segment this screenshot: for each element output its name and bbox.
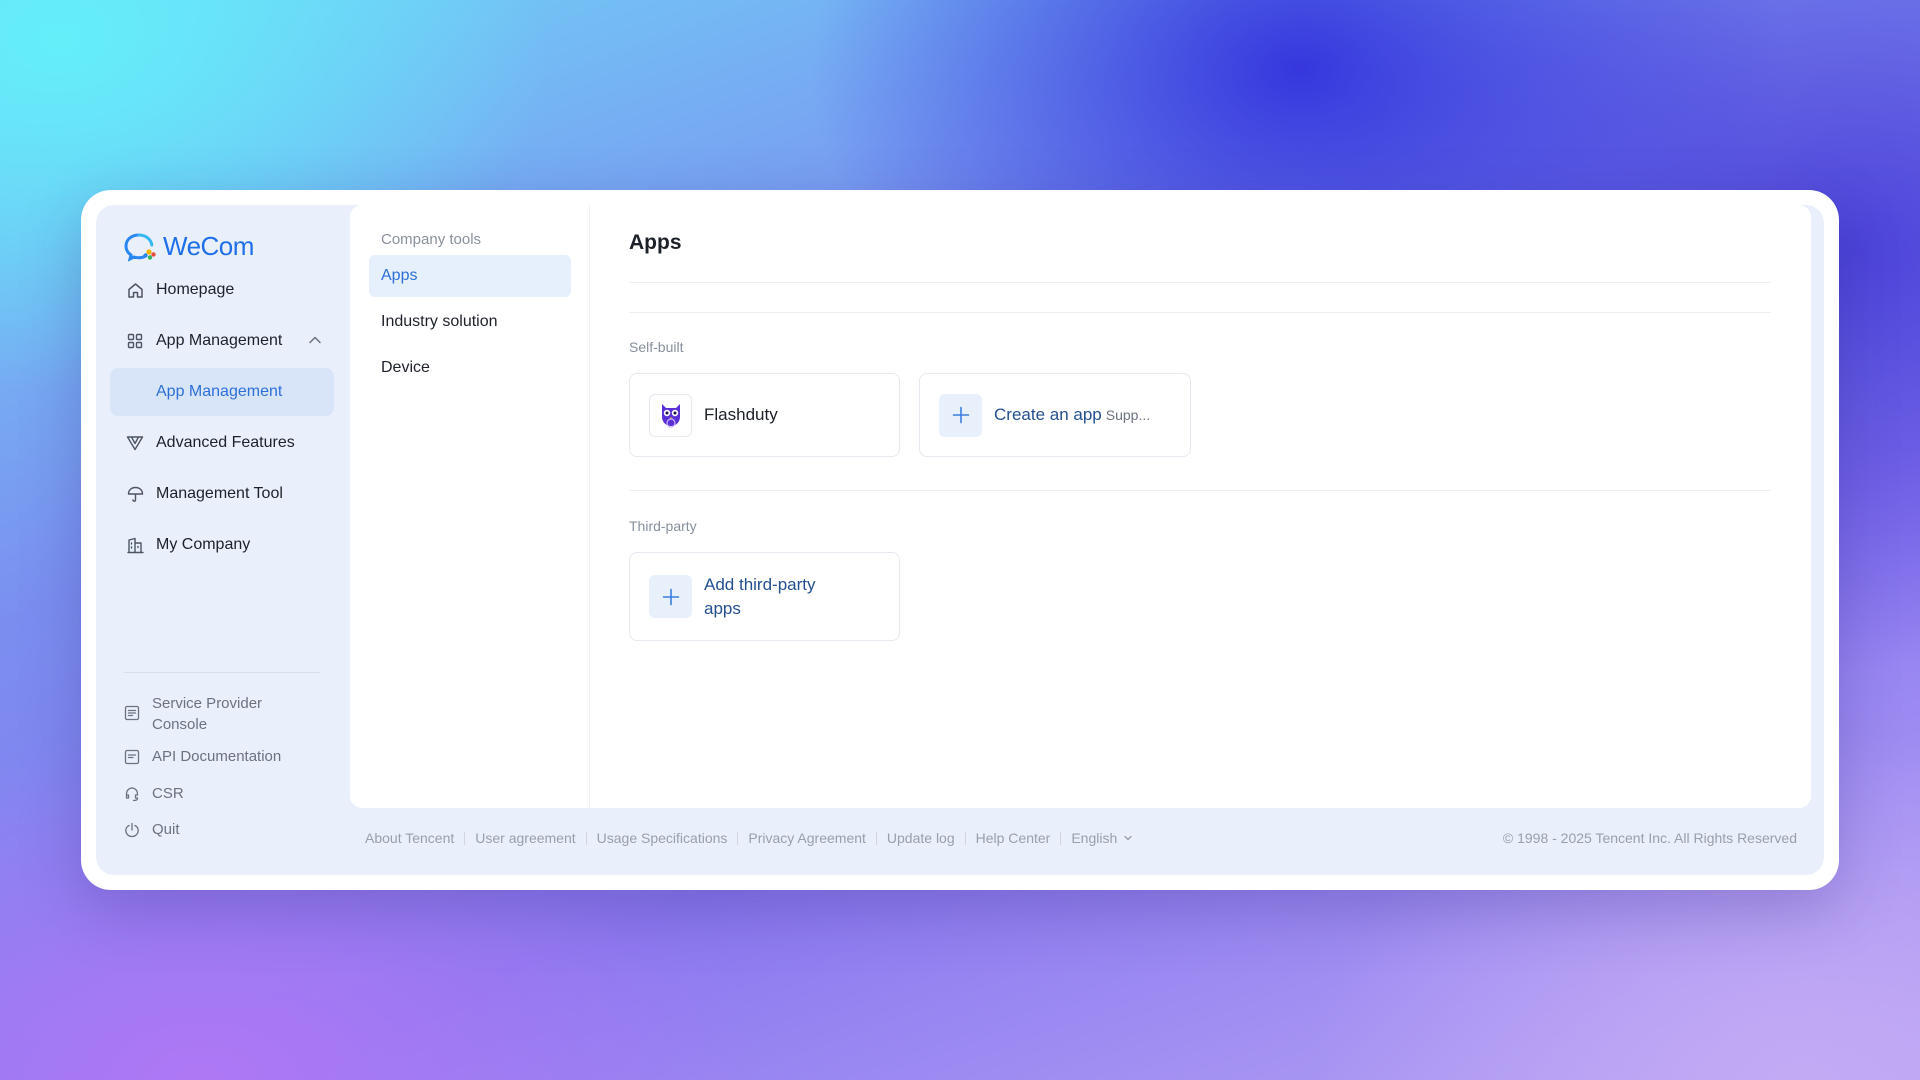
footer-link-help-center[interactable]: Help Center [976, 830, 1051, 846]
sidebar-bottom-label: CSR [152, 785, 184, 802]
chevron-up-icon[interactable] [308, 333, 322, 352]
add-third-party-text: Add third-party apps [704, 573, 816, 621]
footer-link-usage-specifications[interactable]: Usage Specifications [597, 830, 728, 846]
sidebar-subitem-label: App Management [156, 383, 283, 400]
section-divider [629, 490, 1771, 491]
sidebar-bottom-api-documentation[interactable]: API Documentation [124, 746, 334, 767]
self-built-label: Self-built [629, 339, 684, 355]
footer-separator [464, 831, 466, 845]
advanced-icon [126, 434, 144, 452]
company-tools-nav: Company tools Apps Industry solution Dev… [350, 205, 590, 808]
subnav-title: Company tools [381, 231, 482, 248]
sidebar: WeCom Homepage App Management App Manage… [96, 205, 351, 875]
sidebar-item-homepage[interactable]: Homepage [110, 266, 334, 314]
subnav-item-apps[interactable]: Apps [369, 255, 571, 297]
sidebar-bottom-service-provider-console[interactable]: Service Provider Console [124, 693, 334, 735]
sidebar-subitem-app-management[interactable]: App Management [110, 368, 334, 416]
footer-link-about-tencent[interactable]: About Tencent [365, 830, 454, 846]
subnav-item-label: Industry solution [381, 313, 498, 330]
power-icon [124, 822, 140, 838]
subnav-item-device[interactable]: Device [369, 347, 571, 389]
footer: About Tencent User agreement Usage Speci… [350, 813, 1811, 863]
sidebar-bottom-label: Service Provider Console [152, 695, 263, 733]
page-title: Apps [629, 231, 682, 254]
plus-icon [939, 393, 982, 437]
sidebar-item-label: Homepage [156, 281, 235, 298]
sidebar-bottom-quit[interactable]: Quit [124, 819, 334, 840]
sidebar-bottom-label: Quit [152, 821, 180, 838]
language-select[interactable]: English [1071, 830, 1133, 846]
footer-link-update-log[interactable]: Update log [887, 830, 955, 846]
umbrella-icon [126, 485, 144, 503]
sidebar-item-management-tool[interactable]: Management Tool [110, 470, 334, 518]
console-icon [124, 705, 140, 721]
third-party-label: Third-party [629, 518, 697, 534]
create-app-text: Create an app Supp... [994, 405, 1150, 425]
add-third-party-card[interactable]: Add third-party apps [629, 552, 900, 641]
home-icon [126, 281, 144, 299]
plus-icon [649, 575, 692, 618]
create-app-card[interactable]: Create an app Supp... [919, 373, 1191, 457]
subnav-item-industry-solution[interactable]: Industry solution [369, 301, 571, 343]
building-icon [126, 536, 144, 554]
sidebar-item-label: Advanced Features [156, 434, 295, 451]
footer-link-privacy-agreement[interactable]: Privacy Agreement [748, 830, 866, 846]
section-divider [629, 312, 1771, 313]
sidebar-item-app-management[interactable]: App Management [110, 317, 334, 365]
sidebar-item-label: Management Tool [156, 485, 283, 502]
sidebar-item-my-company[interactable]: My Company [110, 521, 334, 569]
copyright: © 1998 - 2025 Tencent Inc. All Rights Re… [1502, 830, 1797, 846]
app-card-name: Flashduty [704, 405, 778, 424]
footer-links: About Tencent User agreement Usage Speci… [350, 830, 1133, 846]
add-third-party-line1: Add third-party [704, 574, 816, 594]
language-label: English [1071, 830, 1118, 846]
sidebar-item-label: My Company [156, 536, 251, 553]
sidebar-divider [124, 672, 320, 673]
app-card-flashduty[interactable]: Flashduty [629, 373, 900, 457]
app-window: WeCom Homepage App Management App Manage… [81, 190, 1839, 890]
sidebar-bottom-label: API Documentation [152, 748, 282, 765]
wecom-logo-icon [124, 233, 156, 262]
sidebar-bottom-csr[interactable]: CSR [124, 783, 334, 804]
flashduty-owl-icon [649, 393, 692, 437]
create-app-label: Create an app [994, 405, 1102, 424]
app-frame: WeCom Homepage App Management App Manage… [96, 205, 1824, 875]
chevron-down-icon [1124, 835, 1132, 841]
grid-icon [126, 332, 144, 350]
sidebar-item-label: App Management [156, 332, 283, 349]
wecom-logo[interactable]: WeCom [123, 231, 254, 262]
sidebar-item-advanced-features[interactable]: Advanced Features [110, 419, 334, 467]
headset-icon [124, 786, 140, 802]
content-panel: Company tools Apps Industry solution Dev… [350, 205, 1811, 808]
subnav-item-label: Apps [381, 267, 418, 284]
footer-separator [964, 831, 966, 845]
add-third-party-line2: apps [704, 598, 741, 618]
footer-link-user-agreement[interactable]: User agreement [475, 830, 575, 846]
footer-separator [737, 831, 739, 845]
title-divider [629, 282, 1771, 283]
subnav-item-label: Device [381, 359, 430, 376]
footer-separator [875, 831, 877, 845]
create-app-sub: Supp... [1105, 407, 1151, 423]
footer-separator [1060, 831, 1062, 845]
footer-separator [585, 831, 587, 845]
doc-icon [124, 749, 140, 765]
apps-main: Apps Self-built Flashduty Create an app … [590, 205, 1811, 808]
brand-name: WeCom [163, 231, 254, 261]
